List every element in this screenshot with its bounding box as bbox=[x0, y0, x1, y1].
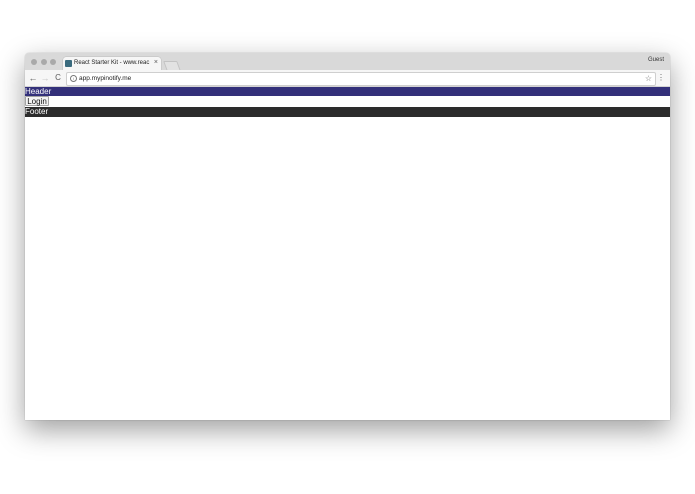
browser-window: React Starter Kit - www.reac × Guest ← →… bbox=[25, 53, 670, 420]
profile-button[interactable]: Guest bbox=[648, 55, 664, 66]
browser-titlebar: React Starter Kit - www.reac × Guest bbox=[25, 53, 670, 71]
app-footer: Footer bbox=[25, 107, 670, 117]
app-header: Header bbox=[25, 87, 670, 96]
close-window-icon[interactable] bbox=[31, 59, 37, 65]
login-button[interactable]: Login bbox=[25, 96, 49, 106]
tab-close-icon[interactable]: × bbox=[154, 57, 158, 69]
browser-toolbar: ← → C i app.mypinotify.me ☆ ⋮ bbox=[25, 70, 670, 87]
page-viewport: Header Login Footer bbox=[25, 87, 670, 420]
react-favicon-icon bbox=[65, 60, 72, 67]
address-bar[interactable]: i app.mypinotify.me ☆ bbox=[66, 72, 656, 86]
browser-tab[interactable]: React Starter Kit - www.reac × bbox=[63, 57, 161, 70]
maximize-window-icon[interactable] bbox=[50, 59, 56, 65]
address-text[interactable]: app.mypinotify.me bbox=[79, 73, 131, 85]
back-arrow-icon[interactable]: ← bbox=[28, 71, 38, 85]
tab-title: React Starter Kit - www.reac bbox=[74, 60, 150, 66]
kebab-menu-icon[interactable]: ⋮ bbox=[657, 71, 665, 85]
reload-icon[interactable]: C bbox=[53, 71, 63, 85]
minimize-window-icon[interactable] bbox=[41, 59, 47, 65]
info-icon[interactable]: i bbox=[70, 75, 77, 82]
forward-arrow-icon[interactable]: → bbox=[40, 71, 50, 85]
bookmark-star-icon[interactable]: ☆ bbox=[645, 73, 652, 85]
